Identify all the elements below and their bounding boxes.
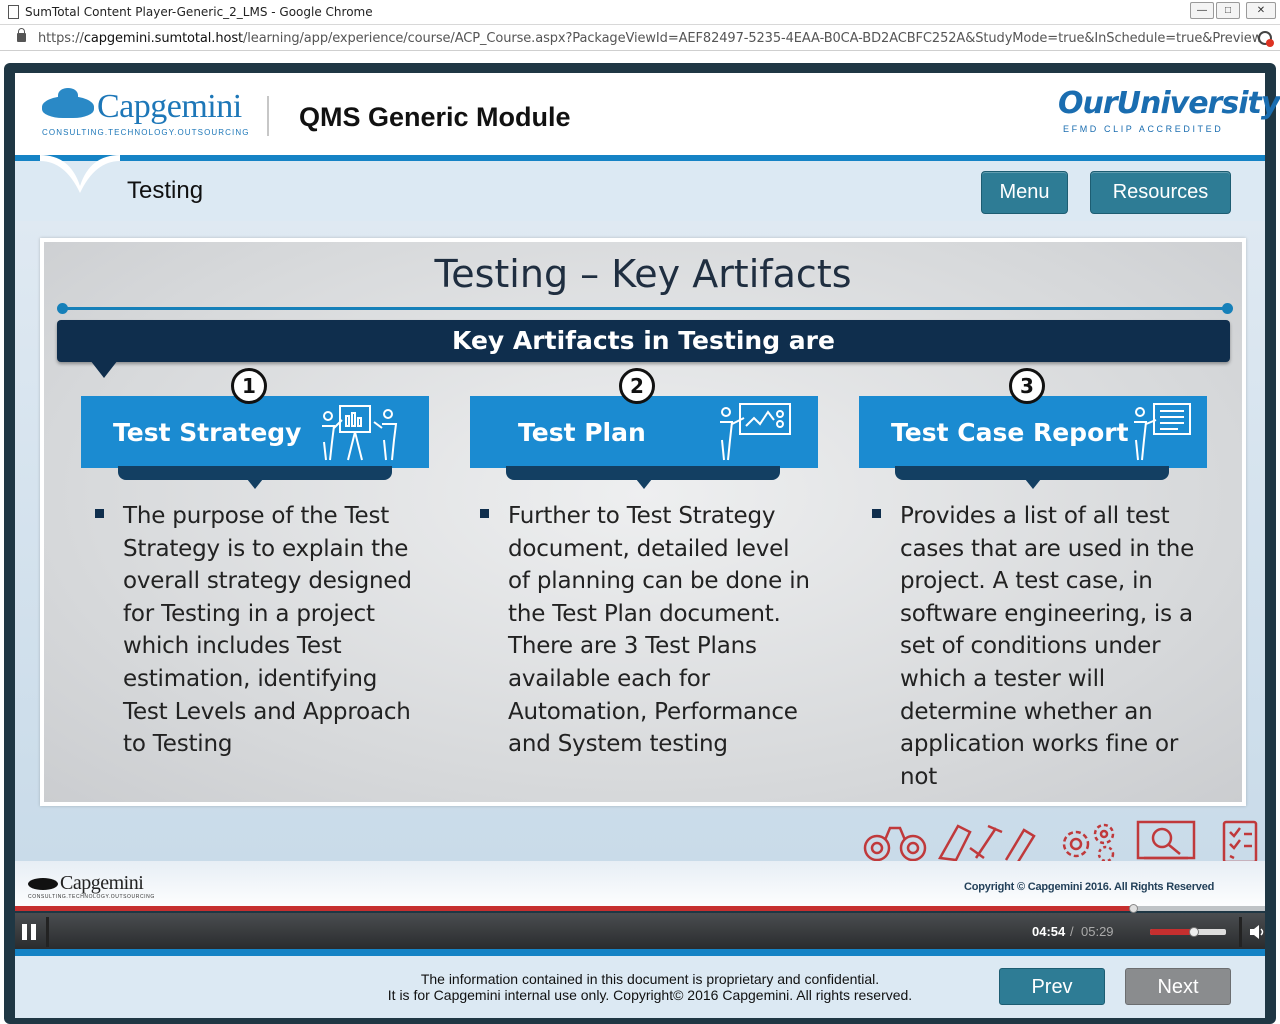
chart-presenter-icon <box>720 403 791 461</box>
prev-button[interactable]: Prev <box>999 968 1105 1005</box>
card-3-description: Provides a list of all test cases that ar… <box>900 503 1195 790</box>
bullet <box>95 509 104 518</box>
card-title: Test Plan <box>518 418 646 447</box>
volume-level <box>1150 929 1194 935</box>
card-notch <box>1025 479 1041 489</box>
menu-button[interactable]: Menu <box>981 171 1068 214</box>
next-button[interactable]: Next <box>1125 968 1231 1005</box>
section-title: Testing <box>127 177 204 204</box>
page-icon <box>8 5 19 19</box>
pause-button[interactable] <box>15 918 45 946</box>
footer-spade-icon <box>28 878 58 890</box>
browser-title-bar: SumTotal Content Player-Generic_2_LMS - … <box>0 0 1280 25</box>
window-title: SumTotal Content Player-Generic_2_LMS - … <box>25 5 373 19</box>
slide-copyright: Copyright © Capgemini 2016. All Rights R… <box>964 881 1215 893</box>
bullet <box>480 509 489 518</box>
module-title: QMS Generic Module <box>299 102 571 132</box>
progress-played[interactable] <box>15 906 1134 911</box>
spade-icon <box>42 88 94 118</box>
rule-dot-left <box>57 303 68 314</box>
time-separator: / <box>1070 924 1074 939</box>
title-rule <box>62 307 1228 310</box>
minimize-button[interactable]: — <box>1190 2 1214 19</box>
binoculars-icon <box>863 826 927 862</box>
magnifier-monitor-icon <box>1136 820 1196 860</box>
header-divider <box>267 96 269 136</box>
card-title: Test Strategy <box>113 418 302 447</box>
confidentiality-notice: The information contained in this docume… <box>387 971 913 1003</box>
progress-handle[interactable] <box>1129 904 1138 913</box>
maximize-button[interactable]: □ <box>1216 2 1240 19</box>
card-2-description: Further to Test Strategy document, detail… <box>508 503 810 758</box>
speaker-icon[interactable] <box>1248 922 1268 942</box>
step-number-1: 1 <box>231 368 267 404</box>
gears-icon <box>1062 823 1115 863</box>
card-notch <box>247 479 263 489</box>
progress-remaining[interactable] <box>1134 906 1265 911</box>
card-shadow <box>895 466 1169 480</box>
bullet <box>872 509 881 518</box>
presentation-board-icon <box>322 405 398 461</box>
header-notch <box>40 155 120 193</box>
tools-icon <box>937 824 1036 863</box>
slide-title: Testing – Key Artifacts <box>434 252 852 296</box>
blocked-content-icon[interactable] <box>1258 31 1274 47</box>
ouruniversity-logo: OurUniversity EFMD CLIP ACCREDITED <box>1058 86 1280 134</box>
nav-divider <box>15 949 1265 956</box>
card-1-description: The purpose of the Test Strategy is to ex… <box>123 503 412 758</box>
document-presenter-icon <box>1134 403 1191 461</box>
card-shadow <box>118 466 392 480</box>
card-title: Test Case Report <box>891 418 1129 447</box>
total-time: 05:29 <box>1081 924 1114 939</box>
address-bar[interactable]: https://capgemini.sumtotal.host/learning… <box>0 26 1280 51</box>
step-number-3: 3 <box>1009 368 1045 404</box>
card-notch <box>636 479 652 489</box>
lock-icon <box>17 28 26 42</box>
banner-tail <box>90 360 118 378</box>
url-text[interactable]: https://capgemini.sumtotal.host/learning… <box>38 31 1273 46</box>
player-control-bar <box>15 913 1265 949</box>
control-divider <box>1239 917 1242 947</box>
rule-dot-right <box>1222 303 1233 314</box>
step-number-2: 2 <box>619 368 655 404</box>
close-button[interactable]: ✕ <box>1246 2 1276 19</box>
checklist-icon <box>1222 820 1258 864</box>
banner-text: Key Artifacts in Testing are <box>452 326 835 355</box>
control-divider <box>46 917 49 947</box>
card-shadow <box>506 466 780 480</box>
current-time: 04:54 <box>1032 924 1066 939</box>
volume-handle[interactable] <box>1189 927 1199 937</box>
resources-button[interactable]: Resources <box>1090 171 1231 214</box>
